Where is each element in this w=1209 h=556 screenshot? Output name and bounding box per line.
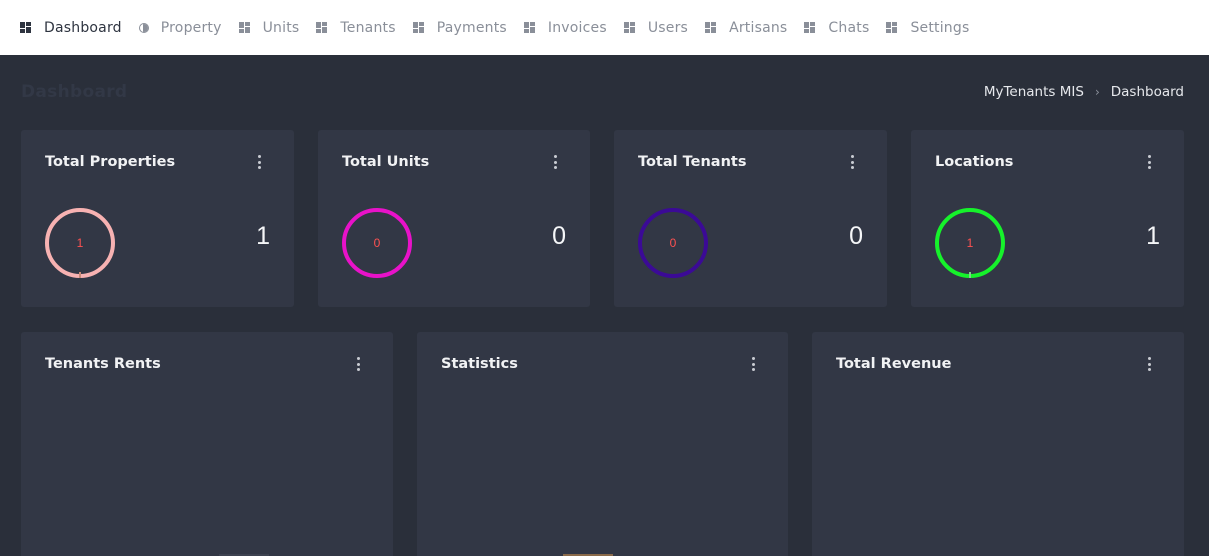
nav-item-settings[interactable]: Settings	[886, 20, 969, 36]
more-options-icon[interactable]	[554, 155, 558, 169]
stat-value: 0	[849, 222, 863, 250]
nav-item-label: Chats	[828, 19, 870, 36]
nav-item-users[interactable]: Users	[623, 19, 689, 36]
more-options-icon[interactable]	[258, 155, 262, 169]
progress-ring: 1	[935, 208, 1005, 278]
more-options-icon[interactable]	[752, 357, 756, 371]
nav-item-label: Settings	[910, 19, 970, 36]
half-circle-icon	[138, 22, 149, 33]
nav-item-label: Payments	[436, 19, 507, 36]
card-title: Locations	[935, 154, 1014, 170]
grid-icon	[20, 22, 31, 33]
nav-item-label: Invoices	[547, 19, 607, 36]
nav-item-label: Artisans	[729, 19, 788, 36]
widget-tenants-rents: Tenants Rents	[21, 332, 393, 556]
widget-title: Tenants Rents	[45, 356, 161, 372]
grid-icon	[238, 22, 250, 33]
more-options-icon[interactable]	[851, 155, 855, 169]
grid-icon	[705, 22, 717, 33]
grid-icon	[804, 22, 816, 33]
nav-item-label: Units	[262, 19, 300, 36]
widget-title: Total Revenue	[836, 356, 952, 372]
nav-item-units[interactable]: Units	[238, 19, 300, 36]
grid-icon	[316, 22, 328, 33]
grid-icon	[412, 22, 424, 33]
breadcrumb-current: Dashboard	[1110, 84, 1184, 100]
grid-icon	[623, 22, 635, 33]
widget-statistics: Statistics	[417, 332, 788, 556]
widget-total-revenue: Total Revenue	[812, 332, 1184, 556]
grid-icon	[886, 22, 898, 33]
nav-item-artisans[interactable]: Artisans	[705, 20, 787, 36]
progress-ring: 0	[638, 208, 708, 278]
stat-value: 1	[1146, 222, 1160, 250]
nav-item-label: Tenants	[340, 19, 396, 36]
more-options-icon[interactable]	[1148, 357, 1152, 371]
nav-item-label: Users	[647, 19, 689, 36]
ring-label: 0	[373, 236, 381, 250]
progress-ring: 1	[45, 208, 115, 278]
top-navigation: Dashboard Property Units Tenants Payment…	[0, 0, 1209, 55]
grid-icon	[523, 22, 535, 33]
nav-item-label: Dashboard	[44, 19, 122, 36]
nav-item-payments[interactable]: Payments	[412, 19, 507, 36]
ring-label: 1	[76, 236, 84, 250]
progress-ring: 0	[342, 208, 412, 278]
nav-item-tenants[interactable]: Tenants	[316, 19, 396, 36]
stat-card-total-units: Total Units 0 0	[318, 130, 590, 307]
more-options-icon[interactable]	[1148, 155, 1152, 169]
nav-item-invoices[interactable]: Invoices	[523, 19, 607, 36]
nav-item-dashboard[interactable]: Dashboard	[20, 20, 122, 36]
more-options-icon[interactable]	[357, 357, 361, 371]
nav-item-property[interactable]: Property	[138, 19, 222, 36]
nav-item-label: Property	[160, 19, 222, 36]
breadcrumb-link-home[interactable]: MyTenants MIS	[984, 84, 1084, 100]
ring-label: 1	[966, 236, 974, 250]
card-title: Total Units	[342, 154, 430, 170]
stat-card-locations: Locations 1 1	[911, 130, 1184, 307]
nav-item-chats[interactable]: Chats	[804, 20, 869, 36]
stat-value: 0	[552, 222, 566, 250]
breadcrumb: MyTenants MIS › Dashboard	[984, 84, 1184, 100]
ring-label: 0	[669, 236, 677, 250]
chevron-right-icon: ›	[1094, 85, 1100, 99]
stat-value: 1	[256, 222, 270, 250]
card-title: Total Tenants	[638, 154, 747, 170]
widget-title: Statistics	[441, 356, 518, 372]
card-title: Total Properties	[45, 154, 176, 170]
stat-card-total-properties: Total Properties 1 1	[21, 130, 294, 307]
page-title: Dashboard	[21, 82, 128, 102]
stat-card-total-tenants: Total Tenants 0 0	[614, 130, 887, 307]
